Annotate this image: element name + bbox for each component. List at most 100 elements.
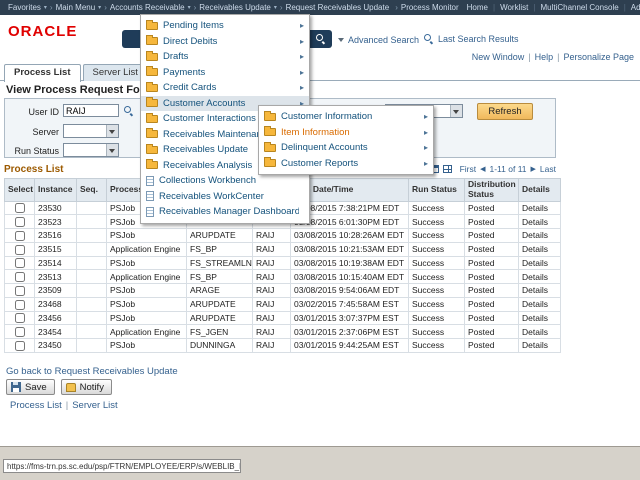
submenu-item-label[interactable]: Delinquent Accounts: [281, 142, 419, 153]
topnav-link[interactable]: Home: [462, 3, 488, 12]
breadcrumb-label[interactable]: Accounts Receivable: [110, 3, 185, 12]
page-action-label[interactable]: New Window: [472, 52, 525, 62]
notify-button[interactable]: Notify: [61, 379, 112, 395]
details-link[interactable]: Details: [519, 229, 561, 243]
menu-item-label[interactable]: Collections Workbench: [159, 175, 299, 186]
menu-item-label[interactable]: Credit Cards: [163, 82, 295, 93]
tab[interactable]: Server List: [83, 64, 148, 81]
row-select-checkbox[interactable]: [15, 217, 25, 227]
details-link[interactable]: Details: [519, 311, 561, 325]
page-action-link[interactable]: | Personalize Page: [557, 52, 634, 62]
run-status-label: Run Status: [7, 146, 59, 156]
bottom-link-label[interactable]: Process List: [10, 400, 62, 411]
topnav-link-label[interactable]: Add to Favorites: [631, 3, 640, 12]
cell-run-datetime: 03/01/2015 3:07:37PM EST: [291, 311, 409, 325]
submenu-item[interactable]: Customer Reports ▸: [259, 156, 433, 172]
menu-item-label[interactable]: Receivables Manager Dashboard: [159, 206, 299, 217]
details-link[interactable]: Details: [519, 201, 561, 215]
menu-item[interactable]: Receivables Manager Dashboard: [141, 204, 309, 220]
submenu-item[interactable]: Delinquent Accounts ▸: [259, 140, 433, 156]
topnav-link-label[interactable]: Worklist: [500, 3, 528, 12]
topnav-link[interactable]: | Add to Favorites: [624, 3, 640, 12]
page-action-link[interactable]: | Help: [528, 52, 553, 62]
breadcrumb-label[interactable]: Favorites: [8, 3, 41, 12]
submenu-item-label[interactable]: Item Information: [281, 127, 419, 138]
advanced-search-label[interactable]: Advanced Search: [348, 35, 419, 45]
last-search-results-link[interactable]: Last Search Results: [424, 34, 519, 44]
submenu-item-label[interactable]: Customer Reports: [281, 158, 419, 169]
menu-item[interactable]: Credit Cards ▸: [141, 80, 309, 96]
breadcrumb-item[interactable]: › Process Monitor: [395, 3, 461, 12]
submenu-item-label[interactable]: Customer Information: [281, 111, 419, 122]
menu-item[interactable]: Collections Workbench: [141, 173, 309, 189]
advanced-search-link[interactable]: Advanced Search: [338, 35, 419, 45]
menu-item[interactable]: Pending Items ▸: [141, 18, 309, 34]
page-action-label[interactable]: Help: [535, 52, 554, 62]
menu-item[interactable]: Receivables WorkCenter: [141, 189, 309, 205]
breadcrumb-label[interactable]: Process Monitor: [401, 3, 459, 12]
download-grid-icon[interactable]: [443, 165, 452, 173]
bottom-page-link[interactable]: | Server List: [66, 400, 118, 411]
details-link[interactable]: Details: [519, 242, 561, 256]
row-select-checkbox[interactable]: [15, 272, 25, 282]
breadcrumb-label[interactable]: Receivables Update: [199, 3, 271, 12]
submenu-item[interactable]: Customer Information ▸: [259, 109, 433, 125]
search-icon[interactable]: [316, 34, 325, 43]
server-select[interactable]: [63, 124, 119, 138]
menu-item-label[interactable]: Payments: [163, 67, 295, 78]
details-link[interactable]: Details: [519, 270, 561, 284]
details-link[interactable]: Details: [519, 256, 561, 270]
page-action-link[interactable]: New Window: [468, 52, 525, 62]
menu-item-label[interactable]: Pending Items: [163, 20, 295, 31]
row-select-checkbox[interactable]: [15, 258, 25, 268]
breadcrumb-item[interactable]: › Main Menu ▾: [50, 3, 101, 12]
refresh-button[interactable]: Refresh: [477, 103, 533, 120]
pager-last-link[interactable]: Last: [540, 164, 556, 174]
menu-item[interactable]: Direct Debits ▸: [141, 34, 309, 50]
row-select-checkbox[interactable]: [15, 313, 25, 323]
row-select-checkbox[interactable]: [15, 286, 25, 296]
menu-item[interactable]: Payments ▸: [141, 65, 309, 81]
user-id-input[interactable]: [63, 104, 119, 117]
details-link[interactable]: Details: [519, 325, 561, 339]
bottom-page-link[interactable]: Process List: [6, 400, 62, 411]
topnav-link-label[interactable]: Home: [467, 3, 488, 12]
pager-next-icon[interactable]: ▶: [531, 165, 536, 173]
pager-previous-icon[interactable]: ◀: [480, 165, 485, 173]
row-select-checkbox[interactable]: [15, 245, 25, 255]
topnav-link[interactable]: | MultiChannel Console: [533, 3, 618, 12]
pager-first-link[interactable]: First: [460, 164, 477, 174]
details-link[interactable]: Details: [519, 215, 561, 229]
page-action-label[interactable]: Personalize Page: [563, 52, 634, 62]
menu-item-label[interactable]: Direct Debits: [163, 36, 295, 47]
topnav-link-label[interactable]: MultiChannel Console: [540, 3, 618, 12]
save-button[interactable]: Save: [6, 379, 55, 395]
last-search-results-label[interactable]: Last Search Results: [438, 34, 519, 44]
run-status-select[interactable]: [63, 143, 119, 157]
menu-item-label[interactable]: Receivables WorkCenter: [159, 191, 299, 202]
menu-item[interactable]: Drafts ▸: [141, 49, 309, 65]
row-select-checkbox[interactable]: [15, 231, 25, 241]
breadcrumb-label[interactable]: Main Menu: [56, 3, 96, 12]
row-select-checkbox[interactable]: [15, 300, 25, 310]
tab[interactable]: Process List: [4, 64, 81, 82]
breadcrumb-item[interactable]: › Request Receivables Update: [280, 3, 392, 12]
topnav-link[interactable]: | Worklist: [493, 3, 528, 12]
details-link[interactable]: Details: [519, 297, 561, 311]
breadcrumb-item[interactable]: Favorites ▾: [5, 3, 47, 12]
menu-item-label[interactable]: Drafts: [163, 51, 295, 62]
go-back-link[interactable]: Go back to Request Receivables Update: [6, 366, 178, 377]
breadcrumb-item[interactable]: › Accounts Receivable ▾: [104, 3, 190, 12]
row-select-checkbox[interactable]: [15, 203, 25, 213]
menu-item-icon: [264, 144, 276, 152]
row-select-checkbox[interactable]: [15, 341, 25, 351]
details-link[interactable]: Details: [519, 284, 561, 298]
breadcrumb-label[interactable]: Request Receivables Update: [286, 3, 390, 12]
breadcrumb-item[interactable]: › Receivables Update ▾: [194, 3, 277, 12]
bottom-link-label[interactable]: Server List: [72, 400, 117, 411]
user-id-lookup-icon[interactable]: [124, 106, 134, 116]
cell-run-status: Success: [409, 270, 465, 284]
details-link[interactable]: Details: [519, 339, 561, 353]
row-select-checkbox[interactable]: [15, 327, 25, 337]
submenu-item[interactable]: Item Information ▸: [259, 125, 433, 141]
